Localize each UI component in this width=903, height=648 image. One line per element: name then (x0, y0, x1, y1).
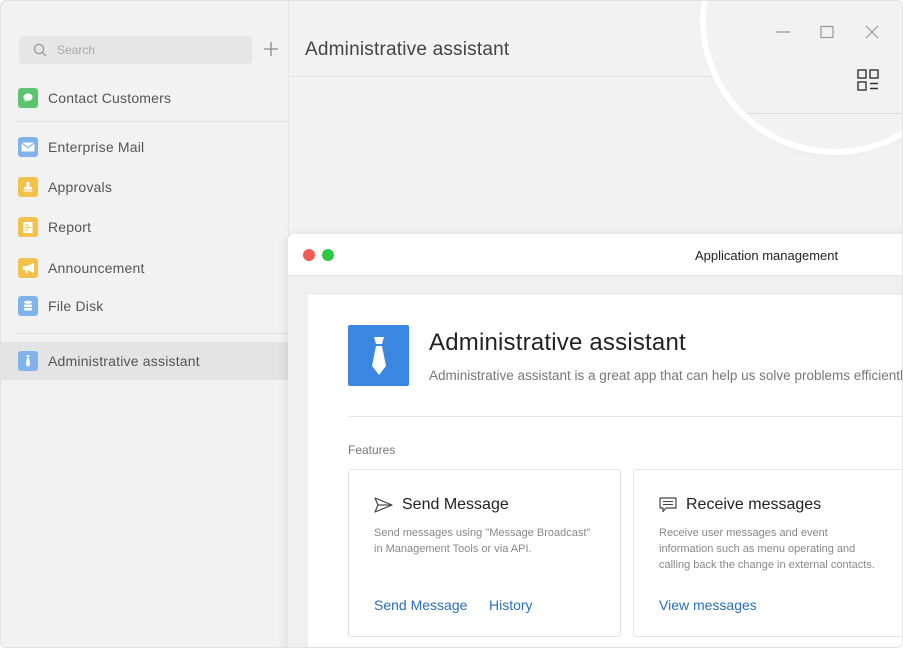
card-divider (348, 416, 902, 417)
sidebar-item-announcement[interactable]: Announcement (1, 249, 288, 287)
sidebar-divider (16, 121, 288, 122)
sidebar-item-label: Enterprise Mail (48, 139, 145, 155)
history-link[interactable]: History (489, 597, 533, 613)
minimize-icon (776, 31, 790, 33)
search-icon (33, 43, 47, 57)
page-title: Administrative assistant (305, 39, 510, 60)
maximize-icon (820, 25, 834, 39)
sidebar: Contact Customers Enterprise Mail (1, 1, 289, 647)
sidebar-item-label: Administrative assistant (48, 353, 200, 369)
window-zoom-dot[interactable] (322, 249, 334, 261)
feature-description-line: information such as menu operating and (659, 543, 856, 555)
feature-title: Send Message (402, 496, 509, 513)
application-management-window: Application management Administrative as… (288, 234, 903, 647)
minimize-button[interactable] (773, 22, 793, 42)
megaphone-icon (18, 258, 38, 278)
window-title: Application management (695, 248, 839, 263)
feature-header: Receive messages (659, 496, 821, 514)
message-list-icon (659, 497, 677, 513)
sidebar-item-file-disk[interactable]: File Disk (1, 287, 288, 325)
sidebar-item-approvals[interactable]: Approvals (1, 168, 288, 206)
sidebar-item-enterprise-mail[interactable]: Enterprise Mail (1, 128, 288, 166)
maximize-button[interactable] (817, 22, 837, 42)
window-controls-magnifier (706, 1, 902, 149)
header-divider (706, 113, 902, 114)
send-message-link[interactable]: Send Message (374, 597, 467, 613)
sidebar-item-label: Contact Customers (48, 90, 172, 106)
sidebar-item-label: Approvals (48, 179, 113, 195)
tie-icon (18, 351, 38, 371)
search-box[interactable] (19, 36, 252, 64)
app-frame: Contact Customers Enterprise Mail (0, 0, 903, 648)
close-button[interactable] (862, 22, 882, 42)
app-name: Administrative assistant (429, 329, 686, 356)
app-grid-icon (857, 69, 879, 91)
feature-description-line: in Management Tools or via API. (374, 543, 532, 555)
sidebar-item-contact-customers[interactable]: Contact Customers (1, 79, 288, 117)
tie-icon (371, 336, 386, 375)
feature-card-send-message: Send Message Send messages using "Messag… (348, 469, 621, 637)
chat-bubble-icon (18, 88, 38, 108)
view-messages-link[interactable]: View messages (659, 597, 757, 613)
feature-description-line: Receive user messages and event (659, 527, 828, 539)
app-logo (348, 325, 409, 386)
database-icon (18, 296, 38, 316)
window-close-dot[interactable] (303, 249, 315, 261)
close-icon (865, 25, 879, 39)
sidebar-item-label: Announcement (48, 260, 145, 276)
search-input[interactable] (57, 43, 237, 57)
window-titlebar: Application management (288, 234, 902, 276)
app-description: Administrative assistant is a great app … (429, 368, 903, 383)
envelope-icon (18, 137, 38, 157)
feature-title: Receive messages (686, 496, 822, 513)
feature-header: Send Message (374, 496, 509, 514)
add-button[interactable] (261, 39, 281, 59)
plus-icon (264, 42, 278, 56)
feature-card-receive-messages: Receive messages Receive user messages a… (633, 469, 902, 637)
sidebar-divider (16, 333, 288, 334)
app-grid-button[interactable] (856, 68, 880, 92)
app-detail-card: Administrative assistant Administrative … (308, 295, 903, 647)
feature-description-line: Send messages using "Message Broadcast" (374, 527, 591, 539)
report-icon (18, 217, 38, 237)
sidebar-item-report[interactable]: Report (1, 208, 288, 246)
stamp-icon (18, 177, 38, 197)
feature-description: Send messages using "Message Broadcast" … (374, 525, 590, 557)
send-icon (374, 497, 393, 513)
feature-description: Receive user messages and event informat… (659, 525, 875, 573)
sidebar-item-label: File Disk (48, 298, 104, 314)
features-heading: Features (348, 443, 396, 457)
feature-description-line: calling back the change in external cont… (659, 559, 875, 571)
sidebar-item-administrative-assistant[interactable]: Administrative assistant (1, 342, 288, 380)
sidebar-item-label: Report (48, 219, 92, 235)
